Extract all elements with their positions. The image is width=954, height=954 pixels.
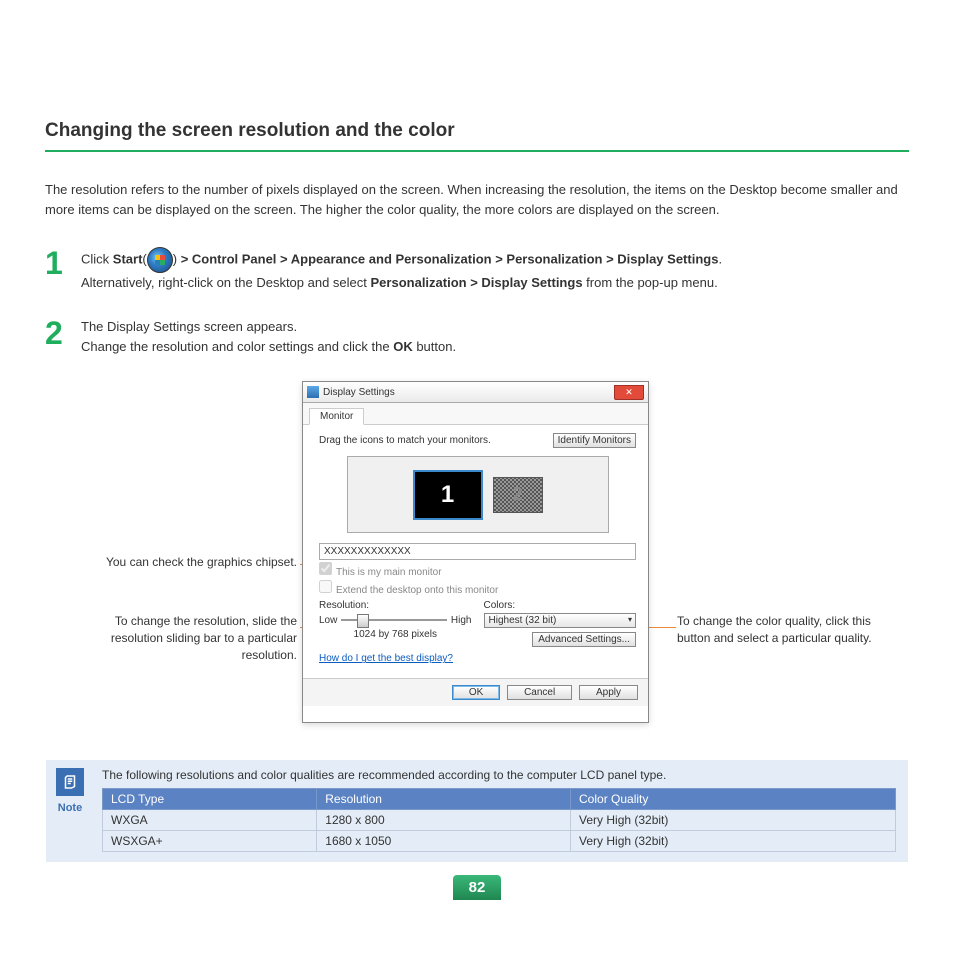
th-resolution: Resolution (317, 789, 571, 810)
resolution-table: LCD Type Resolution Color Quality WXGA 1… (102, 788, 896, 852)
monitor-2[interactable]: 2 (493, 477, 543, 513)
close-button[interactable]: ✕ (614, 385, 644, 400)
dialog-titlebar: Display Settings ✕ (303, 382, 648, 403)
ok-button[interactable]: OK (452, 685, 500, 700)
step-1: 1 Click Start() > Control Panel > Appear… (45, 247, 909, 293)
intro-text: The resolution refers to the number of p… (45, 180, 909, 219)
callout-resolution: To change the resolution, slide the reso… (77, 613, 297, 663)
tab-monitor[interactable]: Monitor (309, 408, 364, 425)
title-rule (45, 150, 909, 152)
help-link[interactable]: How do I get the best display? (319, 653, 453, 664)
tab-strip: Monitor (303, 403, 648, 425)
monitor-preview[interactable]: 1 2 (347, 456, 609, 533)
dialog-title: Display Settings (323, 387, 614, 398)
dialog-icon (307, 386, 319, 398)
dialog-buttons: OK Cancel Apply (303, 678, 648, 706)
step-1-text: Click Start() > Control Panel > Appearan… (81, 247, 909, 293)
monitor-1[interactable]: 1 (413, 470, 483, 520)
step-number-2: 2 (45, 317, 69, 349)
main-monitor-checkbox[interactable]: This is my main monitor (319, 562, 636, 578)
apply-button[interactable]: Apply (579, 685, 638, 700)
note-text: The following resolutions and color qual… (102, 768, 896, 782)
callout-color-quality: To change the color quality, click this … (677, 613, 902, 647)
resolution-slider[interactable]: Low High (319, 613, 472, 627)
step-2: 2 The Display Settings screen appears. C… (45, 317, 909, 357)
table-row: WXGA 1280 x 800 Very High (32bit) (103, 810, 896, 831)
step-number-1: 1 (45, 247, 69, 279)
page-title: Changing the screen resolution and the c… (45, 120, 909, 142)
note-label: Note (56, 802, 84, 814)
th-color-quality: Color Quality (571, 789, 896, 810)
advanced-settings-button[interactable]: Advanced Settings... (532, 632, 636, 647)
resolution-label: Resolution: (319, 600, 472, 611)
note-box: Note The following resolutions and color… (45, 759, 909, 863)
step-2-text: The Display Settings screen appears. Cha… (81, 317, 909, 357)
cancel-button[interactable]: Cancel (507, 685, 572, 700)
page-number: 82 (453, 875, 502, 900)
dialog-illustration: You can check the graphics chipset. To c… (47, 381, 907, 731)
display-settings-dialog: Display Settings ✕ Monitor Drag the icon… (302, 381, 649, 723)
note-icon (56, 768, 84, 796)
table-row: WSXGA+ 1680 x 1050 Very High (32bit) (103, 831, 896, 852)
colors-dropdown[interactable]: Highest (32 bit) (484, 613, 637, 628)
extend-desktop-checkbox[interactable]: Extend the desktop onto this monitor (319, 580, 636, 596)
drag-instruction: Drag the icons to match your monitors. (319, 435, 491, 446)
identify-monitors-button[interactable]: Identify Monitors (553, 433, 636, 448)
chipset-field: XXXXXXXXXXXXX (319, 543, 636, 560)
th-lcd-type: LCD Type (103, 789, 317, 810)
resolution-value: 1024 by 768 pixels (319, 629, 472, 640)
windows-start-icon (147, 247, 173, 273)
colors-label: Colors: (484, 600, 637, 611)
callout-chipset: You can check the graphics chipset. (97, 554, 297, 571)
